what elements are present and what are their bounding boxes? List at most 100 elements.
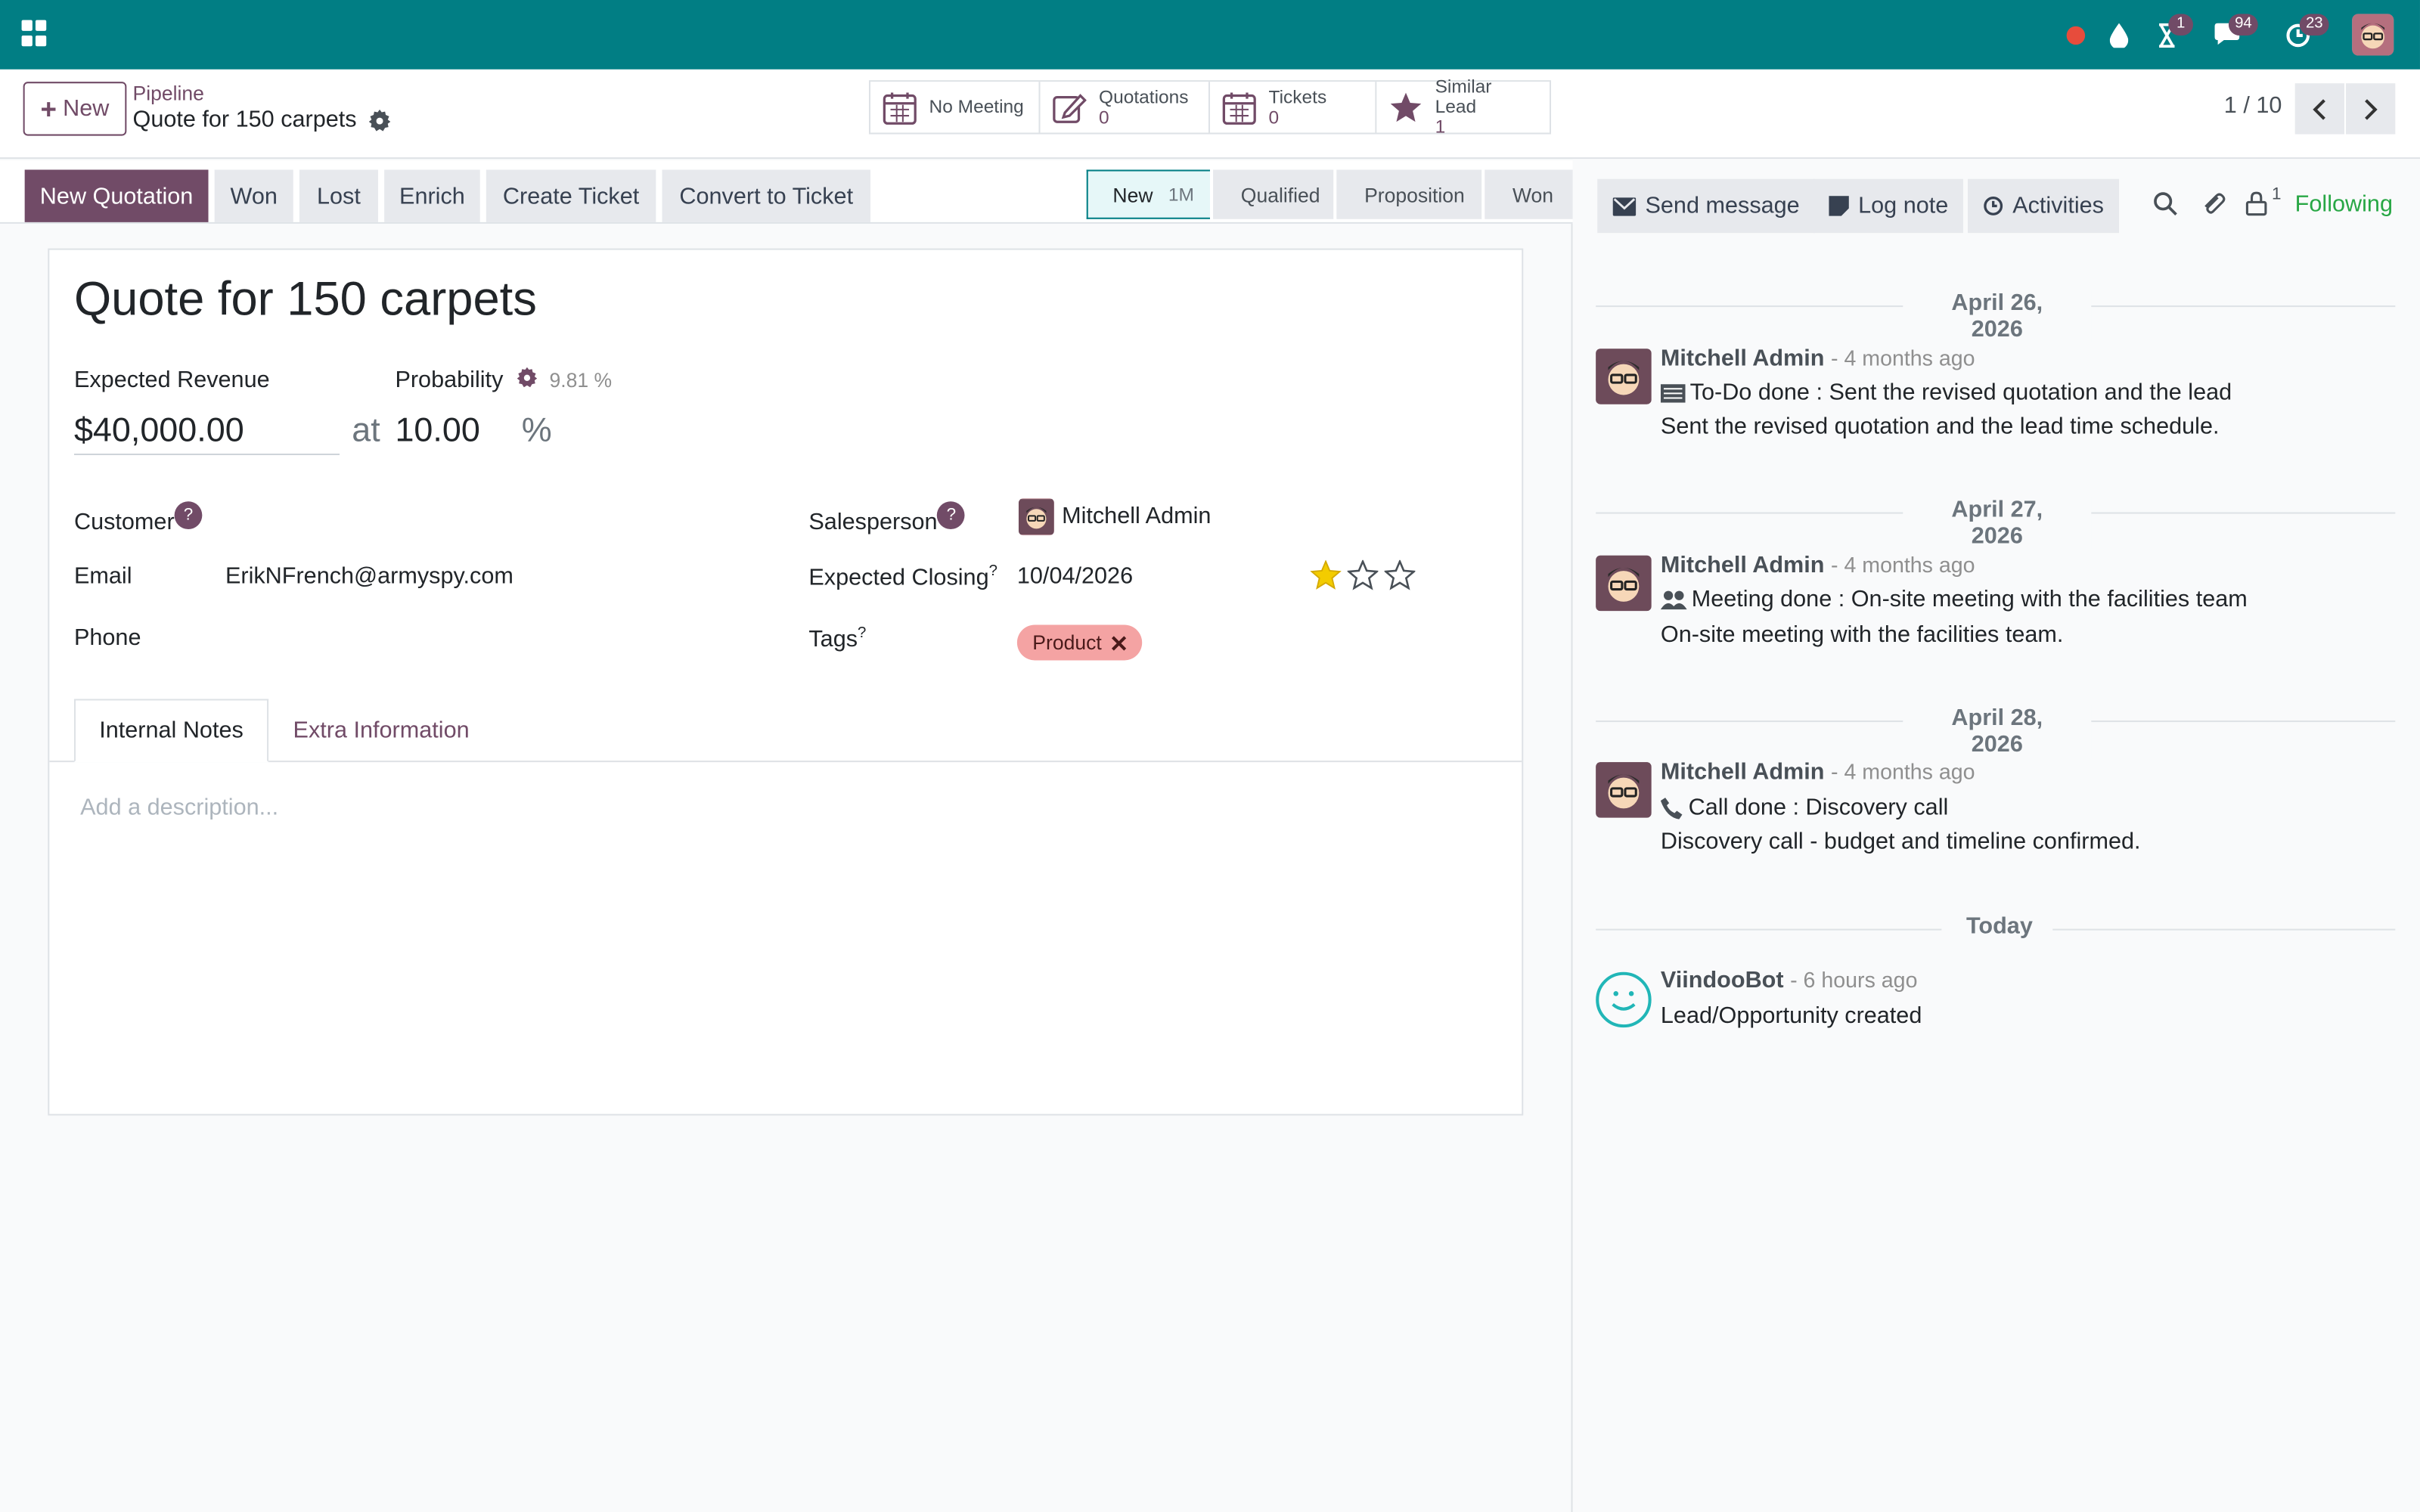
hourglass-icon[interactable]: 1: [2150, 0, 2193, 70]
gear-icon[interactable]: [517, 367, 538, 388]
send-message-button[interactable]: Send message: [1597, 178, 1816, 234]
customer-label-text: Customer: [73, 509, 175, 536]
new-button[interactable]: + New: [23, 82, 127, 136]
smart-tickets-count: 0: [1268, 105, 1280, 128]
search-icon[interactable]: [2153, 191, 2178, 224]
convert-to-ticket-button[interactable]: Convert to Ticket: [662, 169, 871, 222]
smart-button-similar-lead[interactable]: Similar Lead 1: [1376, 76, 1550, 137]
message-summary: Meeting done : On-site meeting with the …: [1691, 586, 2248, 613]
chevron-right-icon: [2365, 98, 2378, 119]
message-author[interactable]: Mitchell Admin - 4 months ago: [1661, 759, 1975, 785]
hourglass-badge: 1: [2168, 14, 2193, 36]
description-editor[interactable]: Add a description...: [80, 795, 278, 821]
clock-icon[interactable]: 23: [2281, 0, 2329, 70]
close-icon[interactable]: [1111, 635, 1126, 650]
date-label: April 28, 2026: [1903, 705, 2092, 758]
breadcrumb-current-label: Quote for 150 carpets: [132, 106, 357, 133]
calendar-icon: [1222, 91, 1256, 124]
log-note-button[interactable]: Log note: [1813, 178, 1964, 234]
enrich-button[interactable]: Enrich: [384, 169, 480, 222]
bot-avatar: [1596, 971, 1652, 1028]
stage-new-duration: 1M: [1168, 183, 1194, 206]
new-quotation-button[interactable]: New Quotation: [24, 169, 209, 222]
tag-product: Product: [1016, 624, 1142, 661]
message-summary: Call done : Discovery call: [1688, 795, 1949, 821]
edit-icon: [1053, 93, 1087, 122]
followers-count: 1: [2272, 184, 2282, 204]
expected-revenue-label: Expected Revenue: [73, 367, 270, 394]
tab-internal-notes[interactable]: Internal Notes: [73, 699, 269, 763]
top-navbar: 1 94 23: [0, 0, 2420, 70]
note-icon: [1829, 196, 1849, 216]
help-mark[interactable]: ?: [989, 563, 997, 580]
breadcrumb-parent[interactable]: Pipeline: [133, 82, 204, 105]
activities-button[interactable]: Activities: [1968, 178, 2120, 234]
help-mark[interactable]: ?: [858, 625, 866, 642]
tags-label-text: Tags: [808, 626, 858, 653]
smart-buttons: No Meeting Quotations 0 Tickets 0 Similar …: [868, 76, 1552, 137]
stage-qualified[interactable]: Qualified: [1213, 169, 1334, 219]
message-author[interactable]: ViindooBot - 6 hours ago: [1661, 968, 1918, 994]
message-line: Call done : Discovery call: [1660, 795, 1949, 821]
date-label: April 26, 2026: [1903, 290, 2092, 343]
author-name: Mitchell Admin: [1660, 345, 1825, 372]
probability-label: Probability: [395, 367, 504, 394]
email-label: Email: [73, 562, 132, 590]
following-button[interactable]: Following: [2295, 191, 2393, 218]
message-author[interactable]: Mitchell Admin - 4 months ago: [1661, 553, 1975, 579]
pager-previous-button[interactable]: [2294, 83, 2344, 135]
author-name: ViindooBot: [1660, 967, 1784, 994]
tags-label: Tags?: [808, 625, 866, 653]
star-filled-icon[interactable]: [1310, 559, 1342, 591]
star-empty-icon[interactable]: [1347, 559, 1379, 591]
pager-next-button[interactable]: [2346, 83, 2396, 135]
gear-icon[interactable]: [368, 108, 391, 131]
lost-button[interactable]: Lost: [299, 169, 378, 222]
message-body: Discovery call - budget and timeline con…: [1660, 828, 2141, 855]
help-icon[interactable]: ?: [937, 501, 966, 529]
message-summary: To-Do done : Sent the revised quotation …: [1689, 380, 2232, 406]
date-label: Today: [1941, 913, 2053, 940]
drop-icon[interactable]: [2105, 0, 2133, 70]
user-avatar[interactable]: [2352, 14, 2394, 56]
smart-button-quotations[interactable]: Quotations 0: [1040, 82, 1210, 133]
record-dot-icon[interactable]: [2062, 0, 2090, 70]
create-ticket-button[interactable]: Create Ticket: [486, 169, 656, 222]
followers-icon[interactable]: [2245, 191, 2267, 224]
salesperson-field[interactable]: Mitchell Admin: [1062, 503, 1211, 529]
stage-qualified-label: Qualified: [1240, 182, 1320, 206]
star-empty-icon[interactable]: [1384, 559, 1416, 591]
clock-badge: 23: [2299, 14, 2329, 36]
smart-quotations-label: Quotations: [1099, 85, 1189, 107]
smart-tickets-label: Tickets: [1268, 85, 1327, 107]
chat-icon[interactable]: 94: [2210, 0, 2258, 70]
won-button[interactable]: Won: [214, 169, 293, 222]
message-time: - 4 months ago: [1830, 345, 1975, 370]
message-summary: Lead/Opportunity created: [1660, 1002, 1922, 1030]
pager-value[interactable]: 1 / 10: [2224, 92, 2282, 119]
stage-new[interactable]: New 1M: [1086, 169, 1210, 219]
stage-won[interactable]: Won: [1485, 169, 1575, 219]
expected-revenue-input[interactable]: $40,000.00: [73, 411, 340, 456]
apps-grid-icon[interactable]: [21, 20, 48, 47]
smart-similar-label: Similar Lead: [1435, 75, 1492, 118]
message-author[interactable]: Mitchell Admin - 4 months ago: [1661, 345, 1975, 372]
priority-stars: [1310, 559, 1416, 591]
smart-button-tickets[interactable]: Tickets 0: [1209, 82, 1377, 133]
status-bar: New Quotation Won Lost Enrich Create Tic…: [0, 160, 1575, 224]
message-avatar: [1596, 555, 1652, 612]
message-body: Sent the revised quotation and the lead …: [1660, 413, 2220, 440]
probability-input[interactable]: 10.00: [395, 411, 479, 451]
expected-closing-field[interactable]: 10/04/2026: [1017, 563, 1133, 590]
author-name: Mitchell Admin: [1660, 552, 1825, 579]
tab-extra-information[interactable]: Extra Information: [281, 699, 481, 762]
message-avatar: [1596, 762, 1652, 818]
paperclip-icon[interactable]: [2201, 191, 2226, 224]
help-icon[interactable]: ?: [174, 501, 203, 529]
smart-button-meeting[interactable]: No Meeting: [870, 82, 1041, 133]
stage-proposition[interactable]: Proposition: [1336, 169, 1482, 219]
stage-pipeline: New 1M Qualified Proposition Won: [1086, 169, 1578, 219]
email-field[interactable]: ErikNFrench@armyspy.com: [225, 563, 513, 590]
phone-label: Phone: [73, 624, 141, 652]
opportunity-title[interactable]: Quote for 150 carpets: [74, 271, 537, 327]
